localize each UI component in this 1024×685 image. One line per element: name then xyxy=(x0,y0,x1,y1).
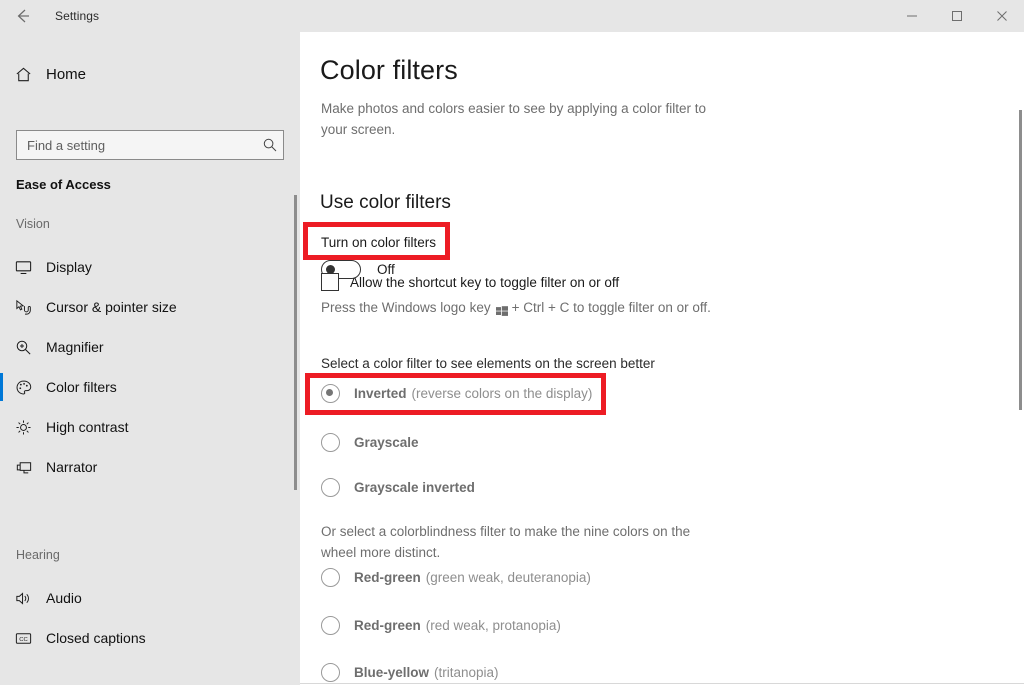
page-title: Color filters xyxy=(320,55,458,85)
windows-logo-icon xyxy=(495,304,508,316)
radio-option-grayscale-inverted[interactable]: Grayscale inverted xyxy=(321,478,480,497)
sidebar-item-label: Magnifier xyxy=(46,339,104,355)
search-icon[interactable] xyxy=(257,137,283,153)
sidebar-item-label: Audio xyxy=(46,590,82,606)
back-button[interactable] xyxy=(0,0,46,32)
radio-label-name: Red-green xyxy=(354,618,421,633)
radio-option-grayscale[interactable]: Grayscale xyxy=(321,433,424,452)
sidebar-item-label: Color filters xyxy=(46,379,117,395)
sidebar-group-vision: Vision Display Cursor & pointer size Mag… xyxy=(0,217,284,487)
radio-label-name: Red-green xyxy=(354,570,421,585)
sidebar-category-title: Ease of Access xyxy=(16,177,111,192)
sidebar-group-label-hearing: Hearing xyxy=(16,548,60,562)
sidebar-item-magnifier[interactable]: Magnifier xyxy=(0,327,284,367)
sidebar-item-label: Display xyxy=(46,259,92,275)
radio-label-detail: (red weak, protanopia) xyxy=(425,618,561,633)
radio-label-detail: (green weak, deuteranopia) xyxy=(425,570,591,585)
sidebar-item-audio[interactable]: Audio xyxy=(0,578,284,618)
main-scrollbar[interactable] xyxy=(1019,110,1022,410)
window-title: Settings xyxy=(55,9,100,23)
colorblind-prompt: Or select a colorblindness filter to mak… xyxy=(321,524,691,560)
sidebar-item-high-contrast[interactable]: High contrast xyxy=(0,407,284,447)
sidebar-item-label: Closed captions xyxy=(46,630,146,646)
shortcut-hint: Press the Windows logo key + Ctrl + C to… xyxy=(321,300,711,316)
shortcut-checkbox-row[interactable]: Allow the shortcut key to toggle filter … xyxy=(321,273,619,291)
radio-label-detail: (reverse colors on the display) xyxy=(411,386,593,401)
radio-red-green-protanopia[interactable] xyxy=(321,616,340,635)
sidebar: Home Ease of Access Vision xyxy=(0,32,300,685)
filter-select-prompt: Select a color filter to see elements on… xyxy=(321,356,655,371)
minimize-button[interactable] xyxy=(889,0,934,32)
radio-grayscale-inverted[interactable] xyxy=(321,478,340,497)
sidebar-item-label: Narrator xyxy=(46,459,98,475)
toggle-label: Turn on color filters xyxy=(321,235,437,250)
radio-blue-yellow-tritanopia[interactable] xyxy=(321,663,340,682)
sidebar-item-display[interactable]: Display xyxy=(0,247,284,287)
sidebar-group-label-vision: Vision xyxy=(16,217,50,231)
sidebar-item-label: Cursor & pointer size xyxy=(46,299,177,315)
sidebar-item-label: High contrast xyxy=(46,419,129,435)
radio-inverted[interactable] xyxy=(321,384,340,403)
search-input[interactable] xyxy=(17,137,257,153)
magnifier-icon xyxy=(0,338,46,357)
radio-option-red-green-deuteranopia[interactable]: Red-green (green weak, deuteranopia) xyxy=(321,568,591,587)
radio-label-name: Blue-yellow xyxy=(354,665,430,680)
window-controls xyxy=(889,0,1024,32)
sidebar-group-hearing: Hearing Audio CC Closed captions xyxy=(0,548,284,658)
minimize-icon xyxy=(906,10,918,22)
radio-label-name: Grayscale inverted xyxy=(354,480,475,495)
radio-grayscale[interactable] xyxy=(321,433,340,452)
search-box[interactable] xyxy=(16,130,284,160)
title-bar: Settings xyxy=(0,0,1024,32)
sidebar-item-closed-captions[interactable]: CC Closed captions xyxy=(0,618,284,658)
shortcut-checkbox[interactable] xyxy=(321,273,339,291)
radio-option-blue-yellow-tritanopia[interactable]: Blue-yellow (tritanopia) xyxy=(321,663,499,682)
section-heading-use-color-filters: Use color filters xyxy=(320,192,451,213)
sidebar-item-home[interactable]: Home xyxy=(0,54,284,94)
brightness-icon xyxy=(0,418,46,437)
radio-option-red-green-protanopia[interactable]: Red-green (red weak, protanopia) xyxy=(321,616,561,635)
close-button[interactable] xyxy=(979,0,1024,32)
speaker-icon xyxy=(0,589,46,608)
sidebar-scrollbar[interactable] xyxy=(294,195,297,490)
palette-icon xyxy=(0,378,46,397)
sidebar-item-cursor-pointer-size[interactable]: Cursor & pointer size xyxy=(0,287,284,327)
closed-captions-icon: CC xyxy=(0,629,46,648)
cursor-pointer-icon xyxy=(0,298,46,317)
radio-option-inverted[interactable]: Inverted (reverse colors on the display) xyxy=(321,384,592,403)
radio-label-name: Inverted xyxy=(354,386,407,401)
svg-text:CC: CC xyxy=(19,636,28,642)
narrator-icon xyxy=(0,458,46,477)
shortcut-hint-after: + Ctrl + C to toggle filter on or off. xyxy=(511,300,711,315)
radio-label-detail: (tritanopia) xyxy=(434,665,499,680)
shortcut-checkbox-label: Allow the shortcut key to toggle filter … xyxy=(350,274,620,290)
page-description: Make photos and colors easier to see by … xyxy=(321,101,706,137)
settings-window: Settings Home Find a setting Ease of Acc… xyxy=(0,0,1024,685)
bottom-divider xyxy=(300,683,1024,684)
close-icon xyxy=(996,10,1008,22)
back-arrow-icon xyxy=(13,6,33,26)
radio-red-green-deuteranopia[interactable] xyxy=(321,568,340,587)
radio-label-name: Grayscale xyxy=(354,435,419,450)
home-icon xyxy=(0,65,46,84)
maximize-icon xyxy=(951,10,963,22)
sidebar-item-color-filters[interactable]: Color filters xyxy=(0,367,284,407)
sidebar-home-label: Home xyxy=(46,65,87,83)
monitor-icon xyxy=(0,258,46,277)
shortcut-hint-before: Press the Windows logo key xyxy=(321,300,491,315)
maximize-button[interactable] xyxy=(934,0,979,32)
sidebar-item-narrator[interactable]: Narrator xyxy=(0,447,284,487)
